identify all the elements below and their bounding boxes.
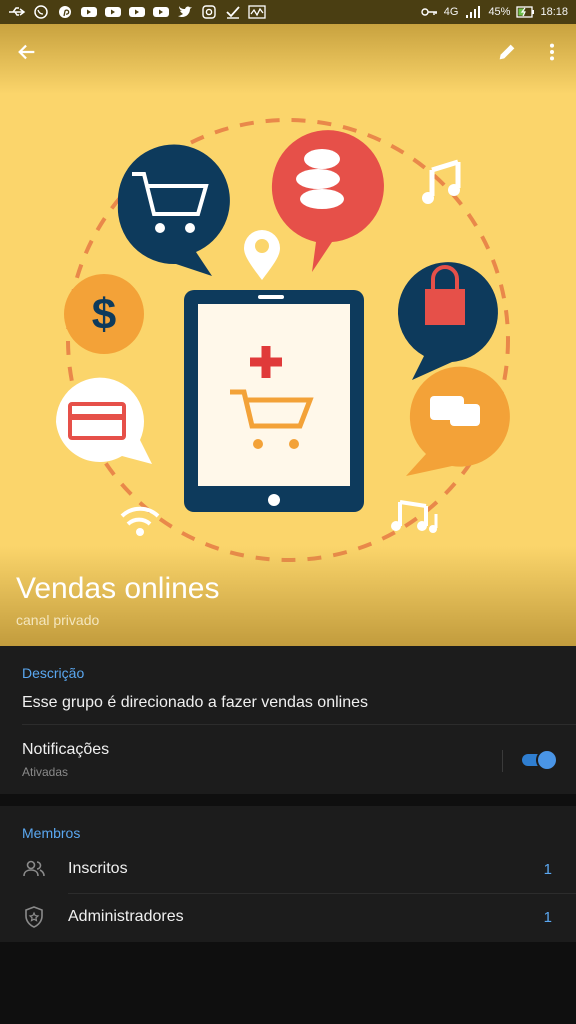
arrow-left-icon (18, 44, 35, 60)
pinterest-icon (56, 5, 74, 19)
dollar-bubble-icon: $ (64, 274, 144, 354)
notifications-status: Ativadas (22, 765, 69, 779)
people-icon (23, 860, 45, 877)
channel-title: Vendas onlines (16, 572, 220, 605)
description-header: Descrição (22, 665, 85, 681)
notifications-toggle[interactable] (522, 751, 556, 769)
location-pin-icon (244, 230, 280, 280)
key-icon (420, 5, 438, 19)
toggle-knob (538, 751, 556, 769)
clock: 18:18 (540, 6, 568, 18)
youtube-icon (80, 5, 98, 19)
pencil-icon (499, 44, 515, 60)
check-icon (224, 5, 242, 19)
instagram-icon (200, 5, 218, 19)
usb-icon (8, 5, 26, 19)
youtube-icon (152, 5, 170, 19)
member-row-admins[interactable]: Administradores 1 (0, 894, 576, 940)
edit-button[interactable] (491, 36, 523, 68)
cart-bubble-icon (117, 144, 230, 276)
member-row-label: Administradores (68, 908, 184, 925)
back-button[interactable] (11, 36, 43, 68)
battery-percent: 45% (488, 6, 511, 18)
whatsapp-icon (32, 5, 50, 19)
shield-star-icon (25, 906, 43, 928)
member-row-label: Inscritos (68, 860, 128, 877)
chat-bubble-icon (406, 366, 510, 476)
top-scrim (0, 24, 576, 94)
member-row-count: 1 (543, 860, 552, 878)
svg-text:$: $ (92, 290, 116, 339)
network-type: 4G (443, 6, 459, 18)
credit-card-bubble-icon (55, 377, 152, 464)
members-section: Membros Inscritos 1 Administradores 1 (0, 806, 576, 942)
info-section: Descrição Esse grupo é direcionado a faz… (0, 646, 576, 794)
shopping-bag-bubble-icon (397, 262, 498, 380)
battery-charging-icon (516, 5, 535, 19)
status-bar: 4G 45% 18:18 (0, 0, 576, 24)
wifi-icon (120, 506, 160, 536)
system-indicators: 4G 45% 18:18 (420, 5, 568, 19)
notification-icons (8, 5, 266, 19)
vertical-divider (502, 750, 503, 772)
signal-icon (464, 5, 482, 19)
channel-title-block: Vendas onlines canal privado (16, 572, 220, 628)
more-vert-icon (549, 43, 555, 61)
member-row-count: 1 (543, 908, 552, 926)
notifications-label: Notificações (22, 741, 110, 758)
coins-bubble-icon (271, 130, 384, 272)
youtube-icon (104, 5, 122, 19)
members-header: Membros (22, 825, 81, 841)
more-options-button[interactable] (536, 36, 568, 68)
description-text[interactable]: Esse grupo é direcionado a fazer vendas … (22, 694, 368, 712)
twitter-icon (176, 5, 194, 19)
notifications-row[interactable] (0, 725, 576, 794)
member-row-subscribers[interactable]: Inscritos 1 (0, 846, 576, 892)
channel-hero: $ Vendas onlines canal privado (0, 24, 576, 646)
youtube-icon (128, 5, 146, 19)
channel-subtitle: canal privado (16, 612, 100, 628)
tablet-icon (184, 290, 364, 512)
activity-icon (248, 5, 266, 19)
